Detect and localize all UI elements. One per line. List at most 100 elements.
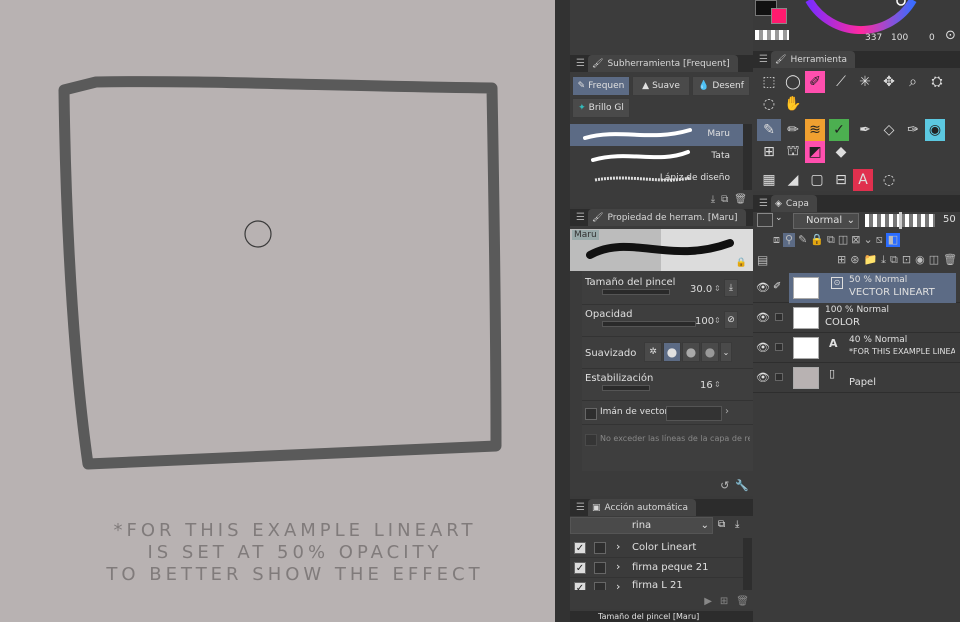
play-icon[interactable]: ▶: [704, 596, 712, 607]
brush-size-slider[interactable]: [602, 289, 670, 295]
smoothing-dropdown[interactable]: ⌄: [720, 342, 732, 362]
layer-lock-toggle[interactable]: [775, 373, 783, 381]
chevron-right-icon[interactable]: ›: [725, 406, 729, 417]
opacity-slider[interactable]: [602, 321, 696, 327]
transparent-color-swatch[interactable]: [755, 30, 789, 40]
add-action-icon[interactable]: ⊞: [720, 596, 728, 607]
mask-add-icon[interactable]: ◉: [915, 253, 925, 267]
brush-item-tata[interactable]: Tata: [570, 146, 744, 168]
layer-lock-toggle[interactable]: [775, 313, 783, 321]
import-action-icon[interactable]: ⤓: [735, 519, 739, 530]
eraser-icon[interactable]: ◇: [877, 119, 901, 141]
magic-wand-icon[interactable]: ✳: [853, 71, 877, 93]
action-set-select[interactable]: rina ⌄: [570, 517, 713, 534]
layer-row-vector-lineart[interactable]: 👁 ✐ ⊙ 50 % Normal VECTOR LINEART: [753, 273, 960, 303]
chevron-down-icon[interactable]: ⌄: [863, 233, 872, 247]
layer-row-text[interactable]: 👁 A 40 % Normal *FOR THIS EXAMPLE LINEAR: [753, 333, 960, 363]
action-item[interactable]: ✓ › firma peque 21: [570, 558, 744, 578]
layer-opacity-slider[interactable]: [865, 212, 935, 229]
brush-item-maru[interactable]: Maru: [570, 124, 744, 146]
layer-type-icon[interactable]: [757, 213, 773, 227]
new-raster-layer-icon[interactable]: ⊞: [837, 253, 846, 267]
eye-icon[interactable]: 👁: [756, 281, 770, 294]
drawing-canvas[interactable]: *FOR THIS EXAMPLE LINEART IS SET AT 50% …: [0, 0, 555, 622]
no-exceed-checkbox[interactable]: [585, 434, 597, 446]
stepper-icon[interactable]: ⇕: [714, 316, 721, 325]
pen-icon[interactable]: ✐: [773, 281, 781, 292]
balloon-icon[interactable]: ◌: [877, 169, 901, 191]
eye-icon[interactable]: 👁: [756, 371, 770, 384]
vector-magnet-checkbox[interactable]: [585, 408, 597, 420]
palette-color-icon[interactable]: ⊠: [851, 233, 860, 247]
eye-icon[interactable]: 👁: [756, 311, 770, 324]
stabilization-slider[interactable]: [602, 385, 650, 391]
figure-icon[interactable]: ◢: [781, 169, 805, 191]
color-wheel[interactable]: [801, 0, 931, 34]
menu-icon[interactable]: ☰: [576, 212, 588, 223]
mask-apply-icon[interactable]: ◫: [929, 253, 939, 267]
fill-icon[interactable]: ◉: [925, 119, 945, 141]
rotate-icon[interactable]: ◌: [757, 93, 781, 115]
new-vector-layer-icon[interactable]: ⊛: [850, 253, 859, 267]
pencil-icon[interactable]: ✏: [781, 119, 805, 141]
pen-icon[interactable]: ✎: [757, 119, 781, 141]
clip-icon[interactable]: ⧈: [773, 233, 780, 247]
copy-icon[interactable]: ⧉: [721, 194, 728, 205]
brush-item-design-pencil[interactable]: Lápiz de diseño: [570, 168, 744, 190]
draft-icon[interactable]: ✎: [798, 233, 807, 247]
gradient-icon[interactable]: ◩: [805, 141, 825, 163]
smoothing-low[interactable]: ●: [663, 342, 681, 362]
airbrush-icon[interactable]: ✓: [829, 119, 849, 141]
brush-size-panel-tab[interactable]: Tamaño del pincel [Maru]: [570, 611, 753, 622]
reference-icon[interactable]: ⚲: [783, 233, 796, 247]
download-icon[interactable]: ⤓: [711, 194, 715, 205]
merge-icon[interactable]: ⊡: [902, 253, 911, 267]
group-tab-glow[interactable]: ✦ Brillo Gl: [572, 98, 630, 118]
layer-color-icon[interactable]: ◧: [885, 233, 901, 247]
hand-icon[interactable]: ✋: [781, 93, 805, 115]
new-folder-icon[interactable]: 📁: [863, 253, 877, 267]
grid-icon[interactable]: ⊞: [757, 141, 781, 163]
move-icon[interactable]: ✥: [877, 71, 901, 93]
brush-tool-icon[interactable]: ≋: [805, 119, 825, 141]
eyedropper-icon[interactable]: ⟋: [829, 71, 853, 93]
lock-transparent-icon[interactable]: ⧉: [827, 233, 835, 247]
group-tab-frequent[interactable]: ✎ Frequen: [572, 76, 630, 96]
wrench-icon[interactable]: 🔧: [735, 479, 749, 492]
brush-size-menu-button[interactable]: ⤓: [724, 279, 738, 297]
text-icon[interactable]: A: [853, 169, 873, 191]
action-list-scrollbar[interactable]: [743, 538, 752, 590]
smoothing-high[interactable]: ●: [701, 342, 719, 362]
chevron-down-icon[interactable]: ⌄: [775, 213, 783, 223]
layer-row-paper[interactable]: 👁 ▯ Papel: [753, 363, 960, 393]
layer-row-color[interactable]: 👁 100 % Normal COLOR: [753, 303, 960, 333]
extract-icon[interactable]: ⧅: [876, 233, 883, 247]
stepper-icon[interactable]: ⇕: [714, 284, 721, 293]
smoothing-none[interactable]: ✲: [644, 342, 662, 362]
select-pen-icon[interactable]: ✐: [805, 71, 825, 93]
brush-list-scrollbar[interactable]: [743, 124, 752, 190]
menu-icon[interactable]: ☰: [576, 58, 588, 69]
stepper-icon[interactable]: ⇕: [714, 380, 721, 389]
vector-magnet-options[interactable]: [666, 406, 722, 421]
sub-color-swatch[interactable]: [771, 8, 787, 24]
action-item[interactable]: ✓ › firma L 21: [570, 578, 744, 590]
rect-select-icon[interactable]: ⬚: [757, 71, 781, 93]
bucket-icon[interactable]: ◆: [829, 141, 853, 163]
play-circle-icon[interactable]: ⊙: [945, 28, 956, 43]
blend-mode-select[interactable]: Normal ⌄: [793, 213, 859, 229]
reset-icon[interactable]: ↺: [720, 479, 729, 492]
zoom-icon[interactable]: ⌕: [901, 71, 925, 93]
panel-divider[interactable]: [555, 0, 570, 622]
lock-icon[interactable]: 🔒: [736, 258, 747, 268]
lasso-icon[interactable]: ◯: [781, 71, 805, 93]
lock-icon[interactable]: 🔒: [810, 233, 824, 247]
menu-icon[interactable]: ☰: [759, 54, 771, 65]
duplicate-icon[interactable]: ⧉: [890, 253, 898, 267]
action-item[interactable]: ✓ › Color Lineart: [570, 538, 744, 558]
trash-icon[interactable]: 🗑: [943, 253, 957, 267]
save-action-icon[interactable]: ⧉: [718, 519, 725, 530]
menu-icon[interactable]: ☰: [759, 198, 771, 209]
mask-icon[interactable]: ◫: [838, 233, 848, 247]
menu-icon[interactable]: ☰: [576, 502, 588, 513]
